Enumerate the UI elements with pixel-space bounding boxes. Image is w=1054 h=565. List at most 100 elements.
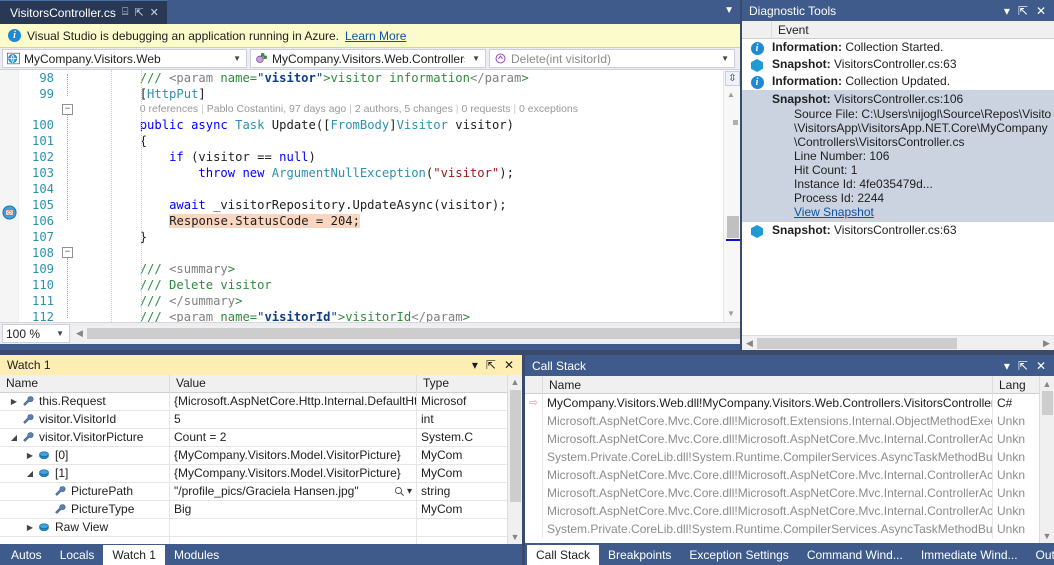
- call-stack-row[interactable]: System.Private.CoreLib.dll!System.Runtim…: [525, 520, 1039, 538]
- editor-vertical-scrollbar[interactable]: ⇳ ▲ ▼: [723, 70, 740, 322]
- expander-collapsed-icon[interactable]: ▶: [24, 451, 36, 460]
- call-stack-grid-body[interactable]: Name Lang ⇨ MyCompany.Visitors.Web.dll!My…: [525, 376, 1054, 543]
- expander-expanded-icon[interactable]: ◢: [24, 469, 36, 478]
- navbar-type-dropdown[interactable]: MyCompany.Visitors.Web.Controllers.\ ▼: [250, 49, 486, 68]
- editor-code-text[interactable]: /// <param name="visitor">visitor inform…: [79, 70, 723, 322]
- editor-horizontal-scrollbar[interactable]: ◀: [72, 326, 740, 341]
- pin-icon[interactable]: ⇱: [134, 6, 143, 19]
- watch-column-value[interactable]: Value: [170, 374, 417, 393]
- watch-value[interactable]: 5: [174, 412, 181, 426]
- call-stack-rows[interactable]: ⇨ MyCompany.Visitors.Web.dll!MyCompany.Vi…: [525, 394, 1039, 538]
- watch-value[interactable]: {MyCompany.Visitors.Model.VisitorPicture…: [174, 448, 401, 462]
- expander-expanded-icon[interactable]: ◢: [8, 433, 20, 442]
- chevron-down-icon[interactable]: ▼: [469, 54, 483, 63]
- code-line[interactable]: throw new ArgumentNullException("visitor…: [81, 165, 723, 181]
- chevron-down-icon[interactable]: ▾: [472, 359, 478, 371]
- code-line[interactable]: [81, 181, 723, 197]
- scroll-down-arrow-icon[interactable]: ▼: [727, 309, 735, 318]
- watch-column-name[interactable]: Name: [0, 374, 170, 393]
- watch-empty-row[interactable]: [0, 536, 507, 545]
- watch-tab-modules[interactable]: Modules: [165, 545, 228, 565]
- watch-row[interactable]: ▶ Raw View: [0, 518, 507, 537]
- pin-icon[interactable]: ⌸: [122, 6, 129, 19]
- call-stack-vertical-scrollbar[interactable]: ▲ ▼: [1039, 376, 1054, 543]
- watch-row[interactable]: ◢ [1] {MyCompany.Visitors.Model.VisitorPic…: [0, 464, 507, 483]
- callstack-tab-call-stack[interactable]: Call Stack: [527, 545, 600, 565]
- scroll-left-arrow-icon[interactable]: ◀: [72, 326, 87, 341]
- hscroll-thumb[interactable]: [87, 328, 740, 339]
- chevron-down-icon[interactable]: ▼: [53, 329, 67, 338]
- watch-vertical-scrollbar[interactable]: ▲ ▼: [507, 374, 523, 545]
- watch-row[interactable]: ▶ this.Request {Microsoft.AspNetCore.Http.…: [0, 392, 507, 411]
- snappoint-icon[interactable]: [2, 205, 17, 223]
- code-line[interactable]: public async Task Update([FromBody]Visit…: [81, 117, 723, 133]
- string-visualizer-icon[interactable]: ▾: [394, 486, 412, 497]
- watch-value[interactable]: {MyCompany.Visitors.Model.VisitorPicture…: [174, 466, 401, 480]
- chevron-down-icon[interactable]: ▼: [718, 54, 732, 63]
- watch-tab-watch-1[interactable]: Watch 1: [103, 545, 165, 565]
- editor-outlining-margin[interactable]: − −: [57, 70, 79, 322]
- watch-tab-autos[interactable]: Autos: [2, 545, 51, 565]
- diagnostic-horizontal-scrollbar[interactable]: ◀ ▶: [742, 335, 1054, 350]
- code-line[interactable]: [HttpPut]: [81, 86, 723, 102]
- code-line[interactable]: /// Delete visitor: [81, 277, 723, 293]
- diagnostic-event-row[interactable]: Snapshot: VisitorsController.cs:63: [742, 56, 1054, 73]
- diagnostic-event-row[interactable]: i Information: Collection Started.: [742, 39, 1054, 56]
- watch-value[interactable]: Count = 2: [174, 430, 226, 444]
- diagnostic-event-row[interactable]: Snapshot: VisitorsController.cs:63: [742, 222, 1054, 239]
- scroll-up-arrow-icon[interactable]: ▲: [727, 90, 735, 99]
- close-icon[interactable]: ✕: [1036, 5, 1046, 17]
- view-snapshot-link[interactable]: View Snapshot: [794, 205, 874, 219]
- code-line[interactable]: /// <summary>: [81, 261, 723, 277]
- code-line[interactable]: [81, 245, 723, 261]
- watch-row[interactable]: PicturePath "/profile_pics/Graciela Hanse…: [0, 482, 507, 501]
- diagnostic-events-rows[interactable]: i Information: Collection Started. Snapsho…: [742, 39, 1054, 239]
- expander-collapsed-icon[interactable]: ▶: [8, 397, 20, 406]
- pin-icon[interactable]: ⇱: [1018, 5, 1028, 17]
- outline-collapse-box[interactable]: −: [62, 104, 73, 115]
- document-tab-overflow-icon[interactable]: ▼: [724, 5, 734, 16]
- watch-value[interactable]: {Microsoft.AspNetCore.Http.Internal.Defa…: [174, 394, 416, 408]
- pin-icon[interactable]: ⇱: [486, 359, 496, 371]
- watch-value[interactable]: Big: [174, 502, 191, 516]
- call-stack-row[interactable]: Microsoft.AspNetCore.Mvc.Core.dll!Micros…: [525, 502, 1039, 520]
- watch-tab-locals[interactable]: Locals: [51, 545, 104, 565]
- code-editor[interactable]: 98 99 100 101 102 103 104 105 106 107 108 109 110 11…: [0, 70, 740, 322]
- scroll-down-arrow-icon[interactable]: ▼: [1040, 528, 1054, 543]
- hscroll-thumb[interactable]: [757, 337, 957, 349]
- split-view-icon[interactable]: ⇳: [725, 71, 740, 86]
- code-line[interactable]: Response.StatusCode = 204;: [81, 213, 723, 229]
- expander-collapsed-icon[interactable]: ▶: [24, 523, 36, 532]
- navbar-project-dropdown[interactable]: MyCompany.Visitors.Web ▼: [2, 49, 247, 68]
- callstack-tab-output[interactable]: Output: [1027, 545, 1054, 565]
- watch-value[interactable]: "/profile_pics/Graciela Hansen.jpg": [174, 484, 359, 498]
- watch-row[interactable]: ◢ visitor.VisitorPicture Count = 2 System.C: [0, 428, 507, 447]
- outline-collapse-box[interactable]: −: [62, 247, 73, 258]
- code-line[interactable]: {: [81, 133, 723, 149]
- code-line[interactable]: }: [81, 229, 723, 245]
- callstack-tab-exception-settings[interactable]: Exception Settings: [680, 545, 797, 565]
- call-stack-row[interactable]: System.Private.CoreLib.dll!System.Runtim…: [525, 448, 1039, 466]
- watch-rows[interactable]: ▶ this.Request {Microsoft.AspNetCore.Http.…: [0, 392, 507, 545]
- scroll-left-arrow-icon[interactable]: ◀: [742, 336, 757, 351]
- call-stack-column-name[interactable]: Name: [543, 376, 993, 394]
- callstack-tab-command-wind[interactable]: Command Wind...: [798, 545, 912, 565]
- navbar-member-dropdown[interactable]: Delete(int visitorId) ▼: [489, 49, 735, 68]
- code-line[interactable]: if (visitor == null): [81, 149, 723, 165]
- watch-row[interactable]: visitor.VisitorId 5 int: [0, 410, 507, 429]
- scroll-down-arrow-icon[interactable]: ▼: [508, 529, 523, 544]
- call-stack-row[interactable]: ⇨ MyCompany.Visitors.Web.dll!MyCompany.Vi…: [525, 394, 1039, 412]
- call-stack-column-lang[interactable]: Lang: [993, 376, 1039, 394]
- watch-row[interactable]: PictureType Big MyCom: [0, 500, 507, 519]
- code-line[interactable]: await _visitorRepository.UpdateAsync(vis…: [81, 197, 723, 213]
- document-tab-visitorscontroller[interactable]: VisitorsController.cs ⌸ ⇱ ✕: [0, 0, 167, 24]
- diagnostic-event-selected[interactable]: Snapshot: VisitorsController.cs:106 Sourc…: [742, 90, 1054, 222]
- editor-zoom-dropdown[interactable]: 100 % ▼: [2, 324, 70, 343]
- chevron-down-icon[interactable]: ▾: [1004, 360, 1010, 372]
- diagnostic-event-row[interactable]: i Information: Collection Updated.: [742, 73, 1054, 90]
- close-icon[interactable]: ✕: [150, 6, 159, 19]
- diagnostic-events-list[interactable]: Event i Information: Collection Started. S…: [742, 21, 1054, 350]
- watch-tabstrip[interactable]: Autos Locals Watch 1 Modules: [0, 544, 522, 565]
- code-line[interactable]: /// <param name="visitorId">visitorId</p…: [81, 309, 723, 322]
- scroll-up-arrow-icon[interactable]: ▲: [508, 375, 523, 390]
